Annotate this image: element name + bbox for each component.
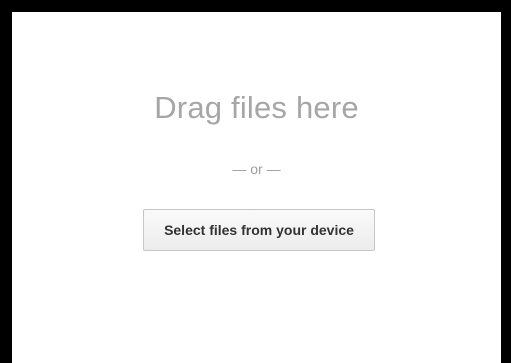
upload-dialog: Drag files here — or — Select files from… (10, 10, 503, 363)
select-files-button[interactable]: Select files from your device (143, 209, 375, 251)
file-drop-zone[interactable]: Drag files here — or — Select files from… (12, 12, 501, 363)
or-divider: — or — (232, 161, 281, 177)
drag-files-title: Drag files here (154, 90, 359, 125)
